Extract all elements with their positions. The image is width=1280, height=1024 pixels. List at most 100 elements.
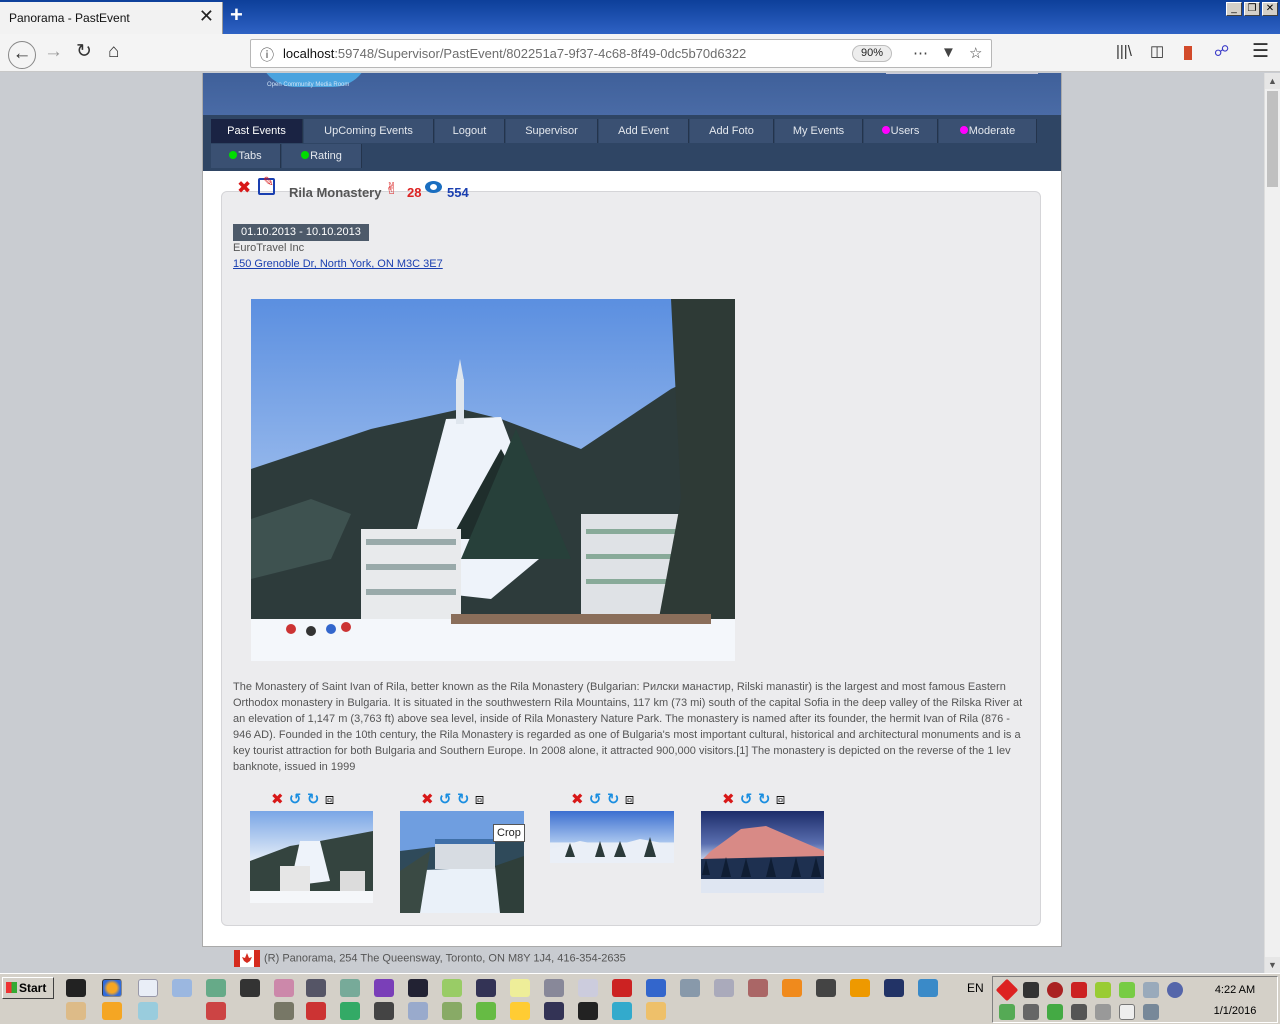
- reload-button[interactable]: ↻: [76, 42, 92, 62]
- visual-studio-icon[interactable]: [374, 979, 394, 997]
- new-tab-button[interactable]: +: [230, 2, 243, 28]
- tray-icon-1[interactable]: [995, 978, 1019, 1002]
- app-icon-21[interactable]: [206, 1002, 226, 1020]
- bookmark-star-icon[interactable]: ☆: [969, 44, 982, 62]
- clock-date[interactable]: 1/1/2016: [1200, 1005, 1270, 1017]
- firefox-icon[interactable]: [102, 979, 122, 997]
- app-icon-30[interactable]: [544, 1002, 564, 1020]
- app-icon-3[interactable]: [306, 979, 326, 997]
- filezilla-icon[interactable]: [612, 979, 632, 997]
- app-icon-7[interactable]: [510, 979, 530, 997]
- scrollbar-thumb[interactable]: [1267, 91, 1278, 187]
- crop-icon[interactable]: ⧈: [625, 790, 635, 808]
- page-actions-icon[interactable]: ⋯: [913, 44, 928, 62]
- tray-icon-3[interactable]: [1047, 982, 1063, 998]
- close-window-button[interactable]: ✕: [1262, 2, 1278, 16]
- delete-event-icon[interactable]: ✖: [237, 178, 251, 198]
- url-bar[interactable]: ⓘ localhost:59748/Supervisor/PastEvent/8…: [250, 39, 992, 68]
- vlc-icon[interactable]: [782, 979, 802, 997]
- explorer-icon[interactable]: [172, 979, 192, 997]
- app-icon-20[interactable]: [138, 1002, 158, 1020]
- app-icon-10[interactable]: [646, 979, 666, 997]
- app-icon-14[interactable]: [816, 979, 836, 997]
- app-icon-2[interactable]: [274, 979, 294, 997]
- menu-logout[interactable]: Logout: [435, 119, 505, 143]
- menu-icon[interactable]: ☰: [1252, 42, 1269, 62]
- crop-icon[interactable]: ⧈: [475, 790, 485, 808]
- menu-rating[interactable]: Rating: [282, 144, 362, 168]
- rotate-right-icon[interactable]: ↻: [758, 790, 771, 808]
- app-icon-25[interactable]: [374, 1002, 394, 1020]
- library-icon[interactable]: |||\: [1116, 42, 1132, 62]
- menu-my-events[interactable]: My Events: [775, 119, 863, 143]
- delete-photo-icon[interactable]: ✖: [722, 790, 735, 808]
- pocket-icon[interactable]: ▼: [941, 44, 956, 61]
- app-icon-19[interactable]: [102, 1002, 122, 1020]
- menu-upcoming-events[interactable]: UpComing Events: [304, 119, 434, 143]
- tray-icon-5[interactable]: [1095, 982, 1111, 998]
- vertical-scrollbar[interactable]: ▲ ▼: [1264, 73, 1280, 973]
- tray-icon-10[interactable]: [1023, 1004, 1039, 1020]
- app-icon-15[interactable]: [850, 979, 870, 997]
- scroll-down-button[interactable]: ▼: [1265, 957, 1280, 973]
- app-icon-17[interactable]: [918, 979, 938, 997]
- save-icon[interactable]: [476, 979, 496, 997]
- rotate-right-icon[interactable]: ↻: [457, 790, 470, 808]
- folder-icon[interactable]: [646, 1002, 666, 1020]
- delete-photo-icon[interactable]: ✖: [421, 790, 434, 808]
- network-tray-icon[interactable]: [1143, 1004, 1159, 1020]
- app-icon-16[interactable]: [884, 979, 904, 997]
- menu-past-events[interactable]: Past Events: [211, 119, 303, 143]
- scroll-up-button[interactable]: ▲: [1265, 73, 1280, 89]
- tray-icon-11[interactable]: [1047, 1004, 1063, 1020]
- app-icon-31[interactable]: [612, 1002, 632, 1020]
- tray-icon-9[interactable]: [999, 1004, 1015, 1020]
- app-icon-4[interactable]: [340, 979, 360, 997]
- app-icon-5[interactable]: [408, 979, 428, 997]
- start-button[interactable]: Start: [2, 977, 54, 999]
- app-icon-22[interactable]: [274, 1002, 294, 1020]
- event-address-link[interactable]: 150 Grenoble Dr, North York, ON M3C 3E7: [233, 258, 443, 270]
- info-icon[interactable]: ⓘ: [260, 45, 274, 65]
- app-icon-1[interactable]: [240, 979, 260, 997]
- flag-icon[interactable]: [1119, 1004, 1135, 1020]
- rotate-left-icon[interactable]: ↺: [439, 790, 452, 808]
- tray-icon-12[interactable]: [1095, 1004, 1111, 1020]
- menu-add-foto[interactable]: Add Foto: [690, 119, 774, 143]
- sidebar-icon[interactable]: ◫: [1150, 42, 1164, 62]
- crop-icon[interactable]: ⧈: [776, 790, 786, 808]
- edit-event-icon[interactable]: ✎: [258, 175, 275, 195]
- lock-icon[interactable]: [578, 1002, 598, 1020]
- tab-close-icon[interactable]: ✕: [199, 6, 214, 27]
- app-icon-6[interactable]: [442, 979, 462, 997]
- app-icon-27[interactable]: [442, 1002, 462, 1020]
- zoom-indicator[interactable]: 90%: [852, 45, 892, 62]
- extension-link-icon[interactable]: ☍: [1214, 42, 1229, 62]
- app-icon-12[interactable]: [714, 979, 734, 997]
- tray-icon-4[interactable]: [1071, 982, 1087, 998]
- rotate-right-icon[interactable]: ↻: [607, 790, 620, 808]
- app-icon-28[interactable]: [476, 1002, 496, 1020]
- cmd-icon[interactable]: [66, 979, 86, 997]
- tray-icon-8[interactable]: [1167, 982, 1183, 998]
- network-icon[interactable]: [206, 979, 226, 997]
- thumbs-up-icon[interactable]: ✌: [385, 179, 398, 198]
- rotate-right-icon[interactable]: ↻: [307, 790, 320, 808]
- extension-icon[interactable]: [1184, 46, 1192, 60]
- site-logo[interactable]: Open Community Media Room: [259, 73, 369, 93]
- back-button[interactable]: ←: [8, 41, 36, 69]
- delete-photo-icon[interactable]: ✖: [271, 790, 284, 808]
- menu-add-event[interactable]: Add Event: [599, 119, 689, 143]
- rotate-left-icon[interactable]: ↺: [289, 790, 302, 808]
- photo-thumbnail-3[interactable]: [550, 811, 674, 863]
- menu-supervisor[interactable]: Supervisor: [506, 119, 598, 143]
- app-icon-29[interactable]: [510, 1002, 530, 1020]
- maximize-button[interactable]: ❐: [1244, 2, 1260, 16]
- app-icon-11[interactable]: [680, 979, 700, 997]
- crop-icon[interactable]: ⧈: [325, 790, 335, 808]
- app-icon-23[interactable]: [306, 1002, 326, 1020]
- app-icon-9[interactable]: [578, 979, 598, 997]
- menu-users[interactable]: Users: [864, 119, 938, 143]
- menu-tabs[interactable]: Tabs: [211, 144, 281, 168]
- volume-icon[interactable]: [1071, 1004, 1087, 1020]
